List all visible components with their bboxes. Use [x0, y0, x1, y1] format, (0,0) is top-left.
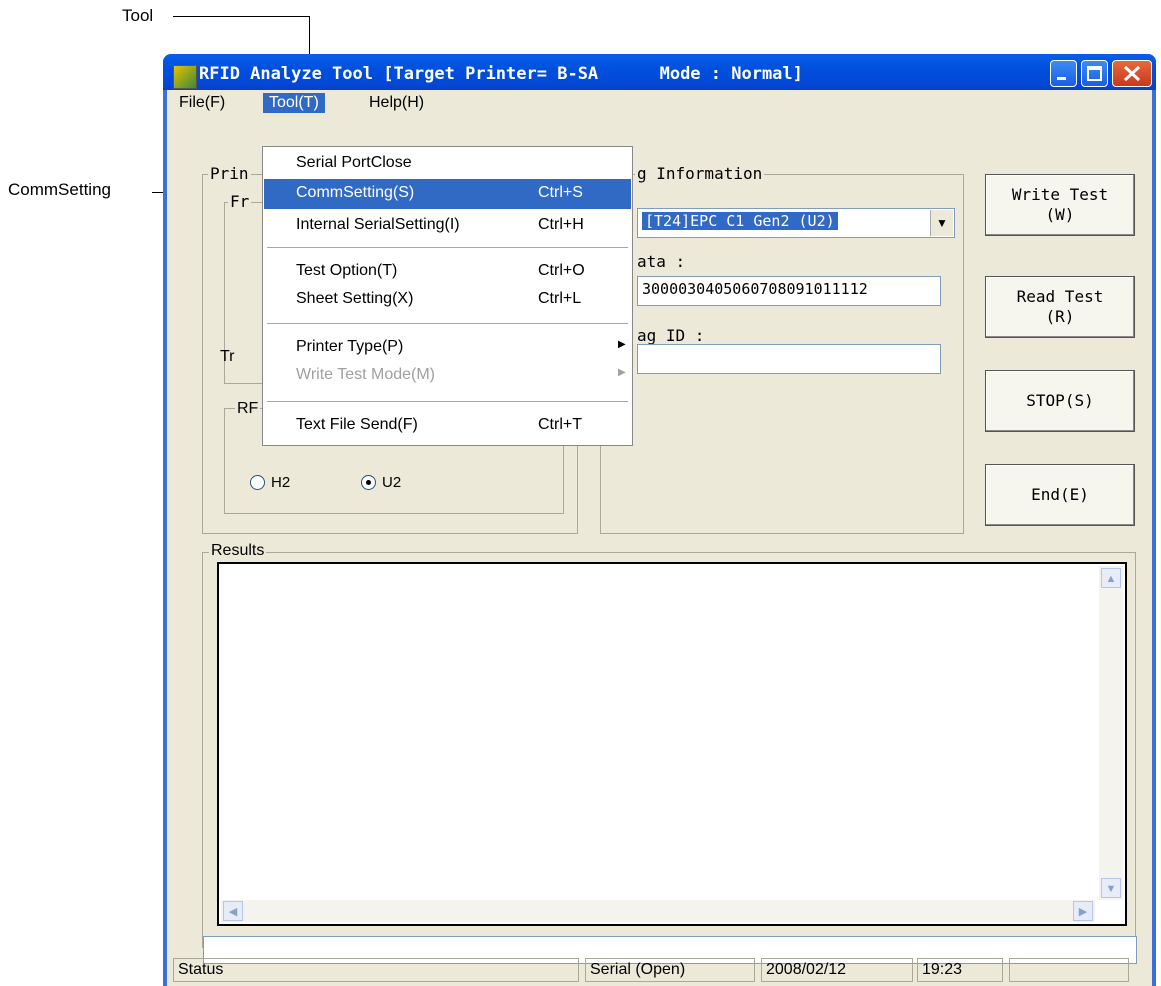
maximize-icon — [1087, 66, 1102, 81]
horizontal-scrollbar[interactable]: ◀ ▶ — [221, 900, 1095, 922]
menu-file[interactable]: File(F) — [173, 93, 231, 113]
callout-tool: Tool — [122, 6, 154, 25]
menu-separator — [267, 323, 628, 324]
callout-tool-line-h — [173, 16, 310, 17]
radio-u2-dot[interactable] — [361, 475, 376, 490]
menu-item-text-file-send[interactable]: Text File Send(F) Ctrl+T — [264, 411, 631, 441]
submenu-arrow-icon: ▶ — [618, 339, 626, 350]
tool-menu: Serial PortClose CommSetting(S) Ctrl+S I… — [262, 146, 633, 446]
status-time: 19:23 — [917, 958, 1003, 982]
printer-subgroup-label: Fr — [228, 192, 252, 211]
results-textarea[interactable]: ▲ ▼ ◀ ▶ — [217, 562, 1127, 926]
data-input[interactable]: 3000030405060708091011112 — [637, 276, 941, 306]
radio-u2[interactable]: U2 — [361, 474, 401, 491]
status-date: 2008/02/12 — [761, 958, 913, 982]
read-test-button[interactable]: Read Test (R) — [985, 276, 1135, 338]
status-extra — [1009, 958, 1129, 982]
end-button[interactable]: End(E) — [985, 464, 1135, 526]
scroll-down-icon[interactable]: ▼ — [1101, 878, 1121, 898]
app-icon — [173, 65, 197, 89]
menu-item-write-test-mode: Write Test Mode(M) ▶ — [296, 366, 626, 383]
write-test-button[interactable]: Write Test (W) — [985, 174, 1135, 236]
printer-group-label: Prin — [208, 164, 251, 183]
stop-button[interactable]: STOP(S) — [985, 370, 1135, 432]
menu-item-serial-port-close[interactable]: Serial PortClose — [264, 149, 631, 179]
chevron-down-icon[interactable]: ▼ — [930, 210, 953, 236]
window-title: RFID Analyze Tool [Target Printer= B-SA … — [199, 64, 803, 84]
minimize-button[interactable] — [1050, 60, 1077, 87]
menu-separator — [267, 247, 628, 248]
menu-item-sheet-setting[interactable]: Sheet Setting(X) Ctrl+L — [264, 285, 631, 315]
tag-type-value: [T24]EPC C1 Gen2 (U2) — [642, 212, 838, 230]
title-bar[interactable]: RFID Analyze Tool [Target Printer= B-SA … — [163, 54, 1156, 90]
menu-item-internal-serial-setting[interactable]: Internal SerialSetting(I) Ctrl+H — [264, 211, 631, 241]
tag-id-label: ag ID : — [637, 326, 705, 345]
minimize-icon — [1057, 77, 1066, 80]
vertical-scrollbar[interactable]: ▲ ▼ — [1099, 566, 1123, 900]
radio-u2-label: U2 — [382, 474, 402, 491]
menu-bar: File(F) Tool(T) Help(H) — [167, 90, 1152, 116]
menu-separator — [267, 401, 628, 402]
status-text: Status — [173, 958, 579, 982]
scroll-right-icon[interactable]: ▶ — [1073, 901, 1093, 921]
menu-item-test-option[interactable]: Test Option(T) Ctrl+O — [264, 257, 631, 287]
radio-h2-dot[interactable] — [250, 475, 265, 490]
menu-item-printer-type[interactable]: Printer Type(P) ▶ — [264, 333, 631, 363]
scroll-left-icon[interactable]: ◀ — [223, 901, 243, 921]
rfid-group-label: RF — [235, 400, 261, 418]
status-comm: Serial (Open) — [585, 958, 755, 982]
tag-id-input[interactable] — [637, 344, 941, 374]
maximize-button[interactable] — [1081, 60, 1108, 87]
tr-label: Tr — [220, 348, 235, 365]
scroll-up-icon[interactable]: ▲ — [1101, 568, 1121, 588]
menu-tool[interactable]: Tool(T) — [263, 93, 325, 113]
tag-type-combo[interactable]: [T24]EPC C1 Gen2 (U2) ▼ — [637, 208, 955, 238]
close-icon — [1123, 65, 1141, 82]
results-group-label: Results — [209, 542, 267, 560]
radio-h2[interactable]: H2 — [250, 474, 290, 491]
close-button[interactable] — [1112, 60, 1152, 87]
callout-commsetting: CommSetting — [8, 180, 111, 199]
data-label: ata : — [637, 252, 686, 271]
submenu-arrow-icon: ▶ — [618, 367, 626, 378]
status-bar: Status Serial (Open) 2008/02/12 19:23 — [167, 954, 1152, 984]
menu-help[interactable]: Help(H) — [363, 93, 430, 113]
tag-info-group-label: g Information — [635, 164, 765, 183]
menu-item-commsetting[interactable]: CommSetting(S) Ctrl+S — [264, 179, 631, 209]
radio-h2-label: H2 — [271, 474, 291, 491]
